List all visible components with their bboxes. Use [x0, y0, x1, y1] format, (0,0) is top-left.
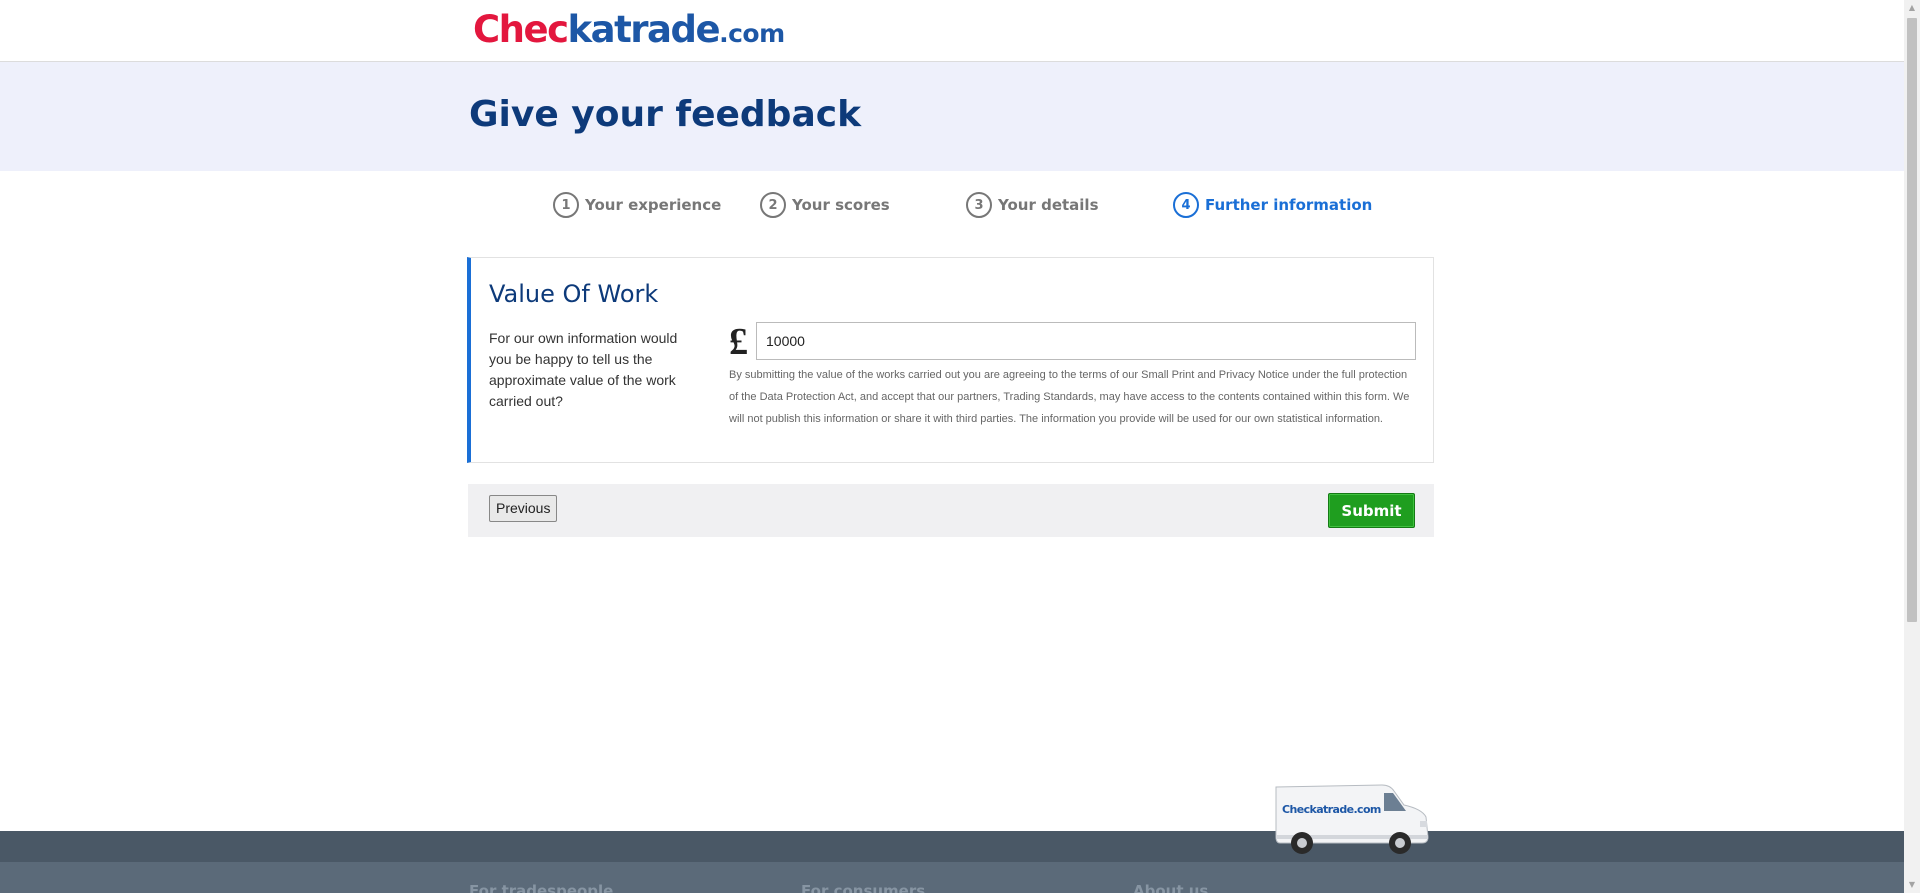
scrollbar-thumb[interactable]: [1907, 18, 1917, 622]
work-value-input[interactable]: [756, 322, 1416, 360]
previous-button[interactable]: Previous: [489, 495, 558, 522]
checkatrade-logo[interactable]: Checkatrade.com: [473, 8, 785, 51]
submit-button[interactable]: Submit: [1328, 493, 1415, 528]
page-banner: Give your feedback: [0, 62, 1904, 171]
step-number: 4: [1173, 192, 1199, 218]
footer-heading-about-us[interactable]: About us: [1133, 882, 1208, 893]
pound-symbol: £: [729, 321, 748, 363]
step-label: Your scores: [792, 196, 890, 214]
step-number: 1: [553, 192, 579, 218]
privacy-disclaimer: By submitting the value of the works car…: [729, 369, 1410, 425]
step-your-experience[interactable]: 1 Your experience: [553, 190, 721, 220]
footer-heading-consumers[interactable]: For consumers: [801, 882, 925, 893]
vertical-scrollbar[interactable]: ▲ ▼: [1904, 0, 1920, 893]
step-label: Further information: [1205, 196, 1373, 214]
value-of-work-card: Value Of Work For our own information wo…: [467, 257, 1434, 463]
step-label: Your experience: [585, 196, 722, 214]
footer-top-band: [0, 831, 1904, 862]
page-title: Give your feedback: [469, 94, 862, 135]
step-number: 3: [966, 192, 992, 218]
form-actions-bar: Previous Submit: [468, 484, 1434, 537]
step-your-scores[interactable]: 2 Your scores: [760, 190, 890, 220]
site-header: Checkatrade.com: [0, 0, 1904, 62]
site-footer: For tradespeople For consumers About us: [0, 862, 1904, 893]
van-logo-text: Checkatrade.com: [1282, 803, 1381, 816]
step-label: Your details: [998, 196, 1099, 214]
scroll-up-arrow-icon[interactable]: ▲: [1904, 0, 1920, 16]
scroll-down-arrow-icon[interactable]: ▼: [1904, 877, 1920, 893]
page: Checkatrade.com Give your feedback 1 You…: [0, 0, 1904, 893]
van-illustration: Checkatrade.com: [1275, 784, 1429, 854]
step-your-details[interactable]: 3 Your details: [966, 190, 1099, 220]
card-title: Value Of Work: [489, 280, 659, 308]
card-description: For our own information would you be hap…: [489, 330, 678, 409]
step-further-information[interactable]: 4 Further information: [1173, 190, 1372, 220]
step-number: 2: [760, 192, 786, 218]
footer-heading-tradespeople[interactable]: For tradespeople: [469, 882, 613, 893]
